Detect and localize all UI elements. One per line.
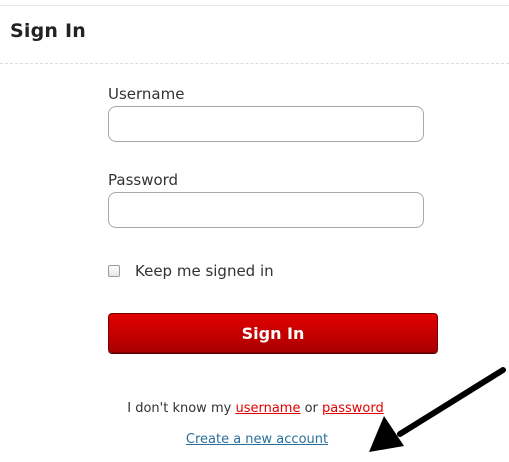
arrow-icon — [369, 367, 506, 452]
